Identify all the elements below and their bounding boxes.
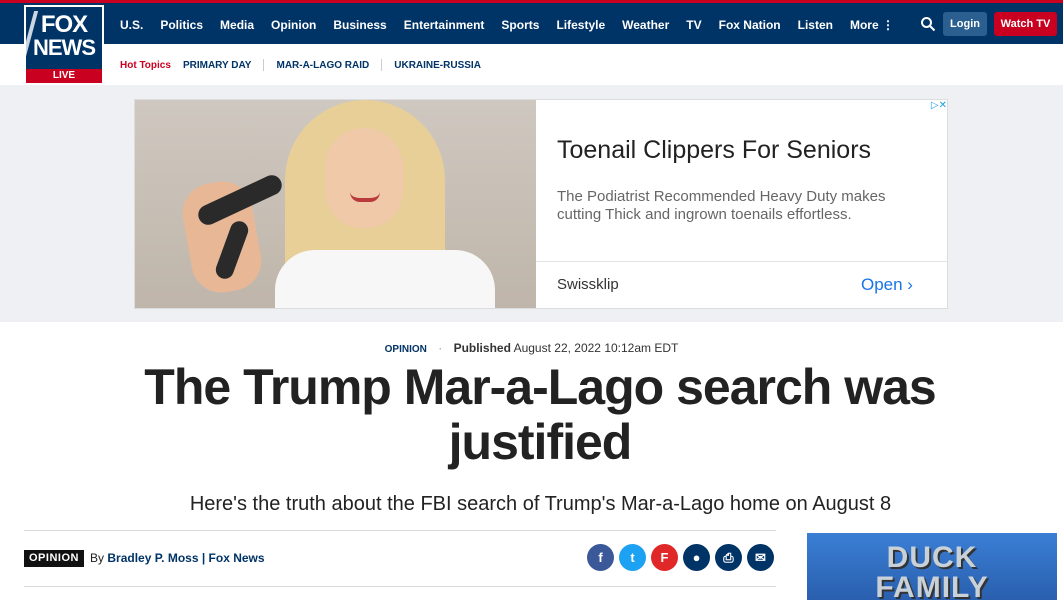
nav-media[interactable]: Media [220,18,254,32]
divider [263,59,265,71]
nav-listen[interactable]: Listen [798,18,833,32]
flipboard-icon[interactable]: F [651,544,678,571]
ad-photo-face [325,128,403,228]
published-label: Published [453,341,511,355]
byline-prefix: By [90,551,105,565]
sidebar-ad-line2: FAMILY [875,571,989,600]
email-icon[interactable]: ✉ [747,544,774,571]
ad-description: The Podiatrist Recommended Heavy Duty ma… [557,188,886,223]
hot-topics-label: Hot Topics [120,59,171,71]
nav-sports[interactable]: Sports [501,18,539,32]
nav-lifestyle[interactable]: Lifestyle [556,18,605,32]
byline: By Bradley P. Moss | Fox News [90,551,265,565]
nav-entertainment[interactable]: Entertainment [404,18,485,32]
divider [24,530,776,531]
sidebar-ad[interactable]: DUCK FAMILY [807,533,1057,600]
nav-us[interactable]: U.S. [120,18,143,32]
share-buttons: f t F ● ⎙ ✉ [587,544,774,571]
opinion-badge: OPINION [24,550,84,567]
facebook-icon[interactable]: f [587,544,614,571]
author-link[interactable]: Bradley P. Moss [107,551,198,565]
logo-live-badge: LIVE [26,69,102,83]
top-nav-bar: FOX NEWS LIVE U.S. Politics Media Opinio… [0,0,1063,85]
hot-topics-bar: Hot Topics PRIMARY DAY MAR-A-LAGO RAID U… [0,44,1063,85]
print-icon[interactable]: ⎙ [715,544,742,571]
search-icon[interactable] [920,16,936,32]
ad-photo-shirt [275,250,495,308]
ad-photo[interactable] [135,100,536,308]
fox-news-logo[interactable]: FOX NEWS LIVE [21,5,104,85]
divider [381,59,383,71]
nav-business[interactable]: Business [333,18,386,32]
nav-politics[interactable]: Politics [160,18,203,32]
nav-fox-nation[interactable]: Fox Nation [719,18,781,32]
ad-title[interactable]: Toenail Clippers For Seniors [557,136,871,165]
ad-brand: Swissklip [557,276,619,293]
nav-more[interactable]: More ⋮ [850,18,894,32]
ad-divider [536,261,948,262]
article-headline: The Trump Mar-a-Lago search was justifie… [144,359,936,470]
topic-mar-a-lago-raid[interactable]: MAR-A-LAGO RAID [276,60,369,71]
login-button[interactable]: Login [943,12,987,36]
topic-ukraine-russia[interactable]: UKRAINE-RUSSIA [394,60,481,71]
outlet-link[interactable]: | Fox News [202,551,265,565]
banner-ad[interactable]: ▷✕ Toenail Clippers For Seniors The Podi… [134,99,948,309]
logo-fox-text: FOX [40,11,88,38]
article-subhead: Here's the truth about the FBI search of… [189,493,892,515]
watch-tv-button[interactable]: Watch TV [994,12,1057,36]
logo-news-text: NEWS [33,35,96,60]
nav-opinion[interactable]: Opinion [271,18,316,32]
article-category[interactable]: OPINION [385,344,427,355]
meta-separator: · [438,341,443,355]
twitter-icon[interactable]: t [619,544,646,571]
published-date: August 22, 2022 10:12am EDT [513,341,679,355]
main-nav: U.S. Politics Media Opinion Business Ent… [120,3,911,47]
nav-tv[interactable]: TV [686,18,701,32]
divider [24,586,776,587]
adchoices-icon[interactable]: ▷✕ [921,100,947,114]
comments-icon[interactable]: ● [683,544,710,571]
sidebar-ad-line1: DUCK [886,541,978,574]
topic-primary-day[interactable]: PRIMARY DAY [183,60,252,71]
article-meta: OPINION · Published August 22, 2022 10:1… [0,341,1063,355]
ad-open-button[interactable]: Open › [861,275,913,295]
nav-weather[interactable]: Weather [622,18,669,32]
